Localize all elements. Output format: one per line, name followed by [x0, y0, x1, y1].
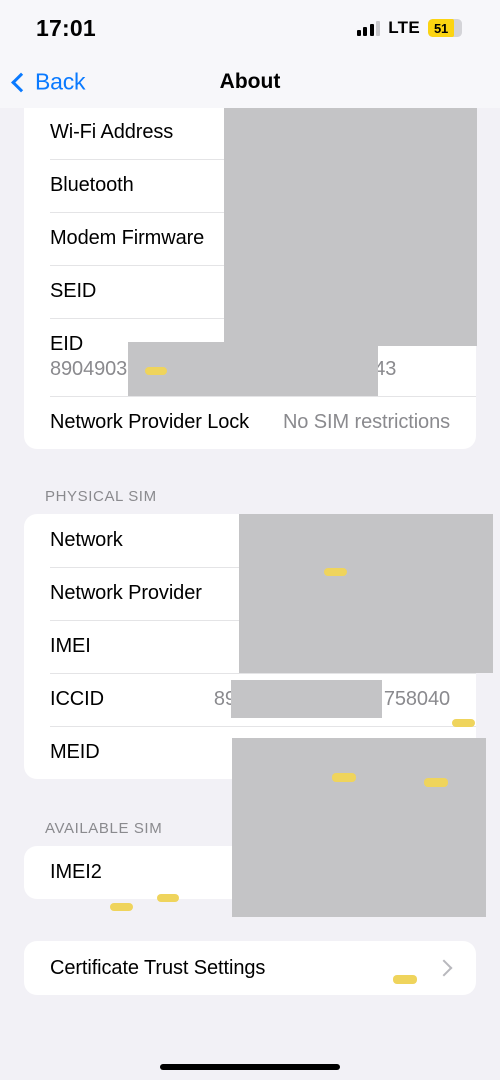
- row-label: IMEI2: [50, 861, 102, 883]
- settings-scroll-view[interactable]: Wi-Fi Address Bluetooth Modem Firmware S…: [0, 106, 500, 1080]
- row-value-head: 8904903: [50, 358, 128, 380]
- highlight-mark-network-provider: [324, 568, 347, 576]
- network-type-label: LTE: [388, 18, 420, 37]
- chevron-right-icon: [435, 959, 453, 977]
- home-indicator: [160, 1064, 340, 1070]
- navigation-bar: Back About: [0, 56, 500, 108]
- page-title: About: [219, 70, 281, 93]
- highlight-mark-imei2-upper: [157, 894, 179, 902]
- row-label: IMEI: [50, 635, 91, 657]
- row-label: MEID: [50, 741, 100, 763]
- status-bar-clock: 17:01: [36, 14, 96, 41]
- battery-icon: 51: [428, 19, 462, 37]
- row-label: Network Provider: [50, 582, 202, 604]
- highlight-mark-meid-left: [332, 773, 356, 782]
- section-header-physical-sim: PHYSICAL SIM: [45, 488, 157, 505]
- redaction-box-meid-value: [232, 738, 486, 917]
- row-label: Network: [50, 529, 123, 551]
- highlight-mark-imei2-lower: [110, 903, 133, 911]
- redaction-box-section1-values: [224, 106, 477, 346]
- highlight-mark-certificate-trust: [393, 975, 417, 984]
- redaction-box-physical-sim-values: [239, 514, 493, 673]
- cellular-signal-icon: [356, 20, 381, 36]
- certificate-trust-settings-card: Certificate Trust Settings: [24, 941, 476, 995]
- highlight-mark-meid-right: [424, 778, 448, 787]
- row-label: Certificate Trust Settings: [50, 956, 266, 979]
- section-header-available-sim: AVAILABLE SIM: [45, 820, 163, 837]
- status-bar: 17:01 LTE 51: [0, 0, 500, 56]
- row-label: EID: [50, 333, 84, 355]
- row-label: Modem Firmware: [50, 227, 205, 249]
- table-row-certificate-trust-settings[interactable]: Certificate Trust Settings: [24, 941, 476, 995]
- status-bar-indicators: LTE 51: [356, 18, 462, 38]
- row-value: No SIM restrictions: [282, 411, 450, 433]
- battery-percentage: 51: [433, 20, 449, 36]
- row-label: SEID: [50, 280, 97, 302]
- table-row-network-provider-lock[interactable]: Network Provider Lock No SIM restriction…: [24, 396, 476, 449]
- highlight-mark-eid: [145, 367, 167, 375]
- redaction-box-iccid-value: [231, 680, 382, 718]
- row-label: Bluetooth: [50, 174, 134, 196]
- row-label: ICCID: [50, 688, 104, 710]
- row-label: Network Provider Lock: [50, 411, 250, 433]
- row-label: Wi-Fi Address: [50, 121, 174, 143]
- row-value-tail: 758040: [383, 688, 450, 710]
- highlight-mark-iccid: [452, 719, 475, 727]
